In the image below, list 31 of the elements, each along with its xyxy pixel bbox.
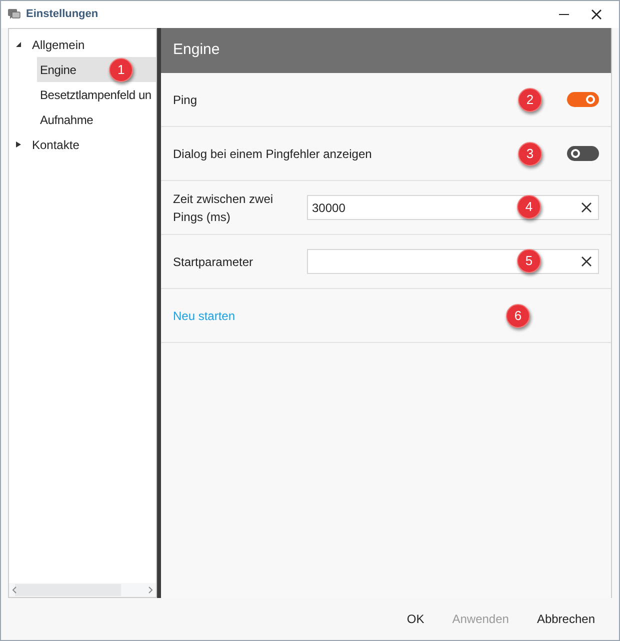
callout-badge: 2: [518, 88, 542, 112]
clear-icon[interactable]: [581, 202, 592, 213]
close-icon: [590, 9, 602, 20]
tree-item[interactable]: Kontakte: [30, 136, 82, 154]
dialog-button[interactable]: OK: [396, 607, 434, 631]
input-field[interactable]: [307, 249, 599, 274]
setting-label: Zeit zwischen zwei Pings (ms): [173, 190, 274, 226]
toggle-switch[interactable]: [567, 146, 599, 161]
tree-item[interactable]: Besetztlampenfeld un: [37, 82, 156, 107]
tree-item[interactable]: Engine 1: [37, 57, 156, 82]
setting-label: Ping: [173, 92, 198, 108]
scroll-right-icon[interactable]: [148, 586, 153, 594]
triangle-down-icon[interactable]: [15, 41, 22, 48]
triangle-right-icon[interactable]: [15, 141, 22, 148]
panel-title: Engine: [173, 40, 220, 60]
tree-item[interactable]: Aufnahme: [37, 107, 156, 132]
callout-badge: 6: [506, 304, 530, 328]
minimize-icon: [559, 14, 569, 15]
setting-label: Startparameter: [173, 254, 254, 270]
toggle-switch[interactable]: [567, 92, 599, 107]
dialog-button: Anwenden: [442, 607, 519, 631]
clear-icon[interactable]: [581, 256, 592, 267]
setting-label: Dialog bei einem Pingfehler anzeigen: [173, 146, 372, 162]
chat-bubbles-icon: [7, 8, 21, 21]
horizontal-scrollbar[interactable]: [9, 583, 156, 597]
callout-badge: 1: [109, 58, 134, 82]
tree-item[interactable]: Allgemein: [30, 36, 87, 54]
scroll-left-icon[interactable]: [12, 586, 17, 594]
window-title: Einstellungen: [26, 7, 98, 22]
dialog-button[interactable]: Abbrechen: [526, 607, 605, 631]
callout-badge: 3: [518, 142, 542, 166]
